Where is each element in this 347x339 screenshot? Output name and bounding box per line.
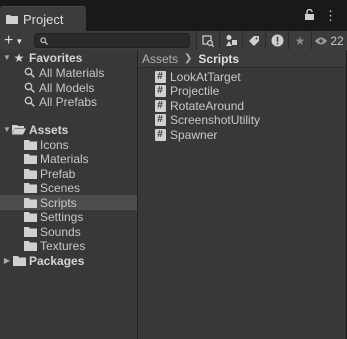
folder-label: Prefab (40, 166, 76, 181)
favorite-item[interactable]: All Prefabs (12, 94, 137, 109)
folder-item-materials[interactable]: Materials (0, 151, 137, 166)
project-tab[interactable]: Project (0, 6, 86, 31)
collapsed-arrow-icon[interactable]: ▶ (2, 256, 12, 265)
folder-icon (23, 182, 37, 194)
file-item[interactable]: # Projectile (153, 83, 343, 98)
favorites-label: Favorites (29, 50, 83, 65)
file-item[interactable]: # LookAtTarget (153, 69, 343, 84)
favorites-header[interactable]: ▼ ★ Favorites (2, 50, 137, 65)
folder-icon (12, 255, 26, 267)
file-label: RotateAround (170, 98, 245, 113)
expand-arrow-icon[interactable]: ▼ (2, 53, 12, 62)
folder-icon (23, 168, 37, 180)
csharp-script-icon: # (153, 84, 167, 97)
packages-header[interactable]: ▶ Packages (2, 253, 137, 268)
breadcrumb-scripts[interactable]: Scripts (198, 52, 239, 66)
assets-label: Assets (29, 122, 69, 137)
search-by-type-icon[interactable] (196, 31, 219, 50)
file-label: LookAtTarget (170, 69, 241, 84)
window-tab-bar: Project ⋮ (0, 0, 347, 31)
star-icon: ★ (13, 50, 25, 65)
folder-item-scripts[interactable]: Scripts (0, 195, 137, 210)
csharp-script-icon: # (153, 128, 167, 141)
file-item[interactable]: # RotateAround (153, 98, 343, 113)
plus-icon: + (4, 31, 14, 49)
search-field[interactable] (34, 33, 192, 48)
csharp-script-icon: # (153, 99, 167, 112)
folder-item-textures[interactable]: Textures (0, 238, 137, 253)
create-button[interactable]: + ▼ (4, 32, 28, 50)
folder-item-sounds[interactable]: Sounds (0, 224, 137, 239)
folder-item-prefab[interactable]: Prefab (0, 166, 137, 181)
favorite-item-label: All Models (39, 80, 95, 95)
favorite-item-label: All Prefabs (39, 94, 98, 109)
folder-label: Icons (40, 137, 69, 152)
folder-icon (23, 240, 37, 252)
favorite-item-label: All Materials (39, 65, 105, 80)
breadcrumb: Assets ❯ Scripts (138, 50, 346, 68)
search-icon (22, 96, 36, 108)
folder-item-scenes[interactable]: Scenes (0, 180, 137, 195)
search-icon (22, 67, 36, 79)
file-item[interactable]: # Spawner (153, 127, 343, 142)
packages-label: Packages (29, 253, 85, 268)
favorite-item[interactable]: All Models (12, 80, 137, 95)
csharp-script-icon: # (153, 113, 167, 126)
project-tab-label: Project (23, 11, 64, 27)
hidden-count: 22 (330, 33, 344, 48)
folder-item-icons[interactable]: Icons (0, 137, 137, 152)
search-icon (22, 82, 36, 94)
eye-icon (315, 37, 328, 44)
folder-icon (23, 211, 37, 223)
folder-label: Materials (40, 151, 89, 166)
file-label: Spawner (170, 127, 218, 142)
folder-item-settings[interactable]: Settings (0, 209, 137, 224)
filter-by-label-icon[interactable] (242, 31, 265, 50)
search-icon (40, 34, 48, 48)
dropdown-arrow-icon: ▼ (15, 36, 24, 46)
folder-label: Sounds (40, 224, 81, 239)
folder-label: Scenes (40, 180, 81, 195)
csharp-script-icon: # (153, 70, 167, 83)
file-label: ScreenshotUtility (170, 112, 261, 127)
chevron-right-icon: ❯ (184, 53, 193, 64)
folder-icon (23, 139, 37, 151)
folder-label: Scripts (40, 195, 77, 210)
hidden-packages-toggle[interactable]: 22 (311, 31, 347, 50)
lock-icon[interactable] (305, 8, 314, 23)
assets-header[interactable]: ▼ Assets (2, 122, 137, 137)
filter-by-type-icon[interactable] (219, 31, 242, 50)
project-toolbar: + ▼ ★ 22 (0, 31, 347, 50)
file-label: Projectile (170, 83, 220, 98)
open-folder-icon (12, 124, 26, 136)
warning-filter-icon[interactable] (265, 31, 288, 50)
folder-icon (6, 15, 18, 24)
search-input[interactable] (52, 34, 192, 47)
favorite-item[interactable]: All Materials (12, 65, 137, 80)
breadcrumb-assets[interactable]: Assets (142, 52, 178, 66)
folder-label: Textures (40, 238, 86, 253)
expand-arrow-icon[interactable]: ▼ (2, 125, 12, 134)
file-item[interactable]: # ScreenshotUtility (153, 112, 343, 127)
folder-icon (23, 197, 37, 209)
more-options-icon[interactable]: ⋮ (324, 8, 337, 24)
folder-icon (23, 153, 37, 165)
folder-label: Settings (40, 209, 84, 224)
folder-icon (23, 226, 37, 238)
star-favorite-icon[interactable]: ★ (288, 31, 311, 50)
